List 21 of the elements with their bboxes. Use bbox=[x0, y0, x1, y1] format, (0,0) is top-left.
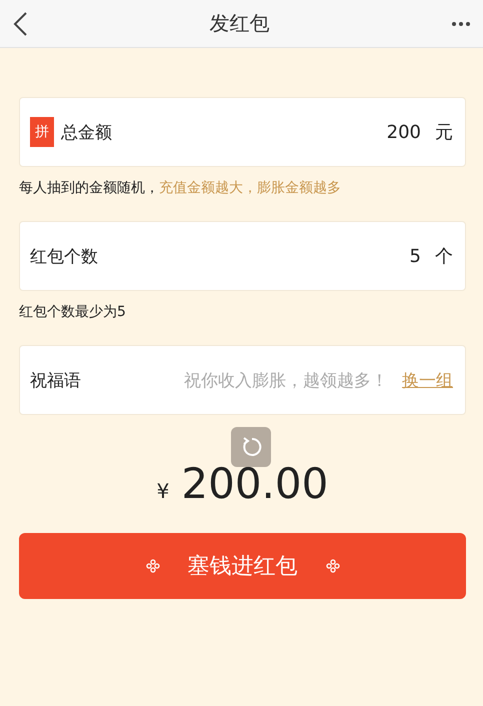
unit-label: 元 bbox=[435, 121, 453, 144]
group-badge: 拼 bbox=[30, 117, 54, 147]
currency-sign: ¥ bbox=[156, 479, 170, 503]
amount-value[interactable]: 200 bbox=[386, 122, 421, 142]
unit-label: 个 bbox=[435, 245, 453, 268]
count-value[interactable]: 5 bbox=[410, 246, 421, 266]
field-label: 红包个数 bbox=[30, 246, 99, 268]
amount-hint: 每人抽到的金额随机，充值金额越大，膨胀金额越多 bbox=[19, 179, 342, 197]
field-label: 祝福语 bbox=[30, 370, 82, 392]
more-icon[interactable] bbox=[451, 20, 471, 26]
greeting-field[interactable]: 祝你收入膨胀，越领越多！ bbox=[184, 368, 388, 392]
field-label: 总金额 bbox=[61, 122, 113, 144]
refresh-icon bbox=[231, 427, 271, 467]
count-hint: 红包个数最少为5 bbox=[19, 303, 127, 321]
knot-icon bbox=[326, 559, 340, 573]
submit-button[interactable]: 塞钱进红包 bbox=[19, 533, 466, 599]
page-title: 发红包 bbox=[210, 10, 270, 37]
total-display: 200.00 bbox=[181, 463, 328, 505]
knot-icon bbox=[146, 559, 160, 573]
shuffle-link[interactable]: 换一组 bbox=[402, 368, 453, 392]
back-icon[interactable] bbox=[12, 10, 28, 36]
